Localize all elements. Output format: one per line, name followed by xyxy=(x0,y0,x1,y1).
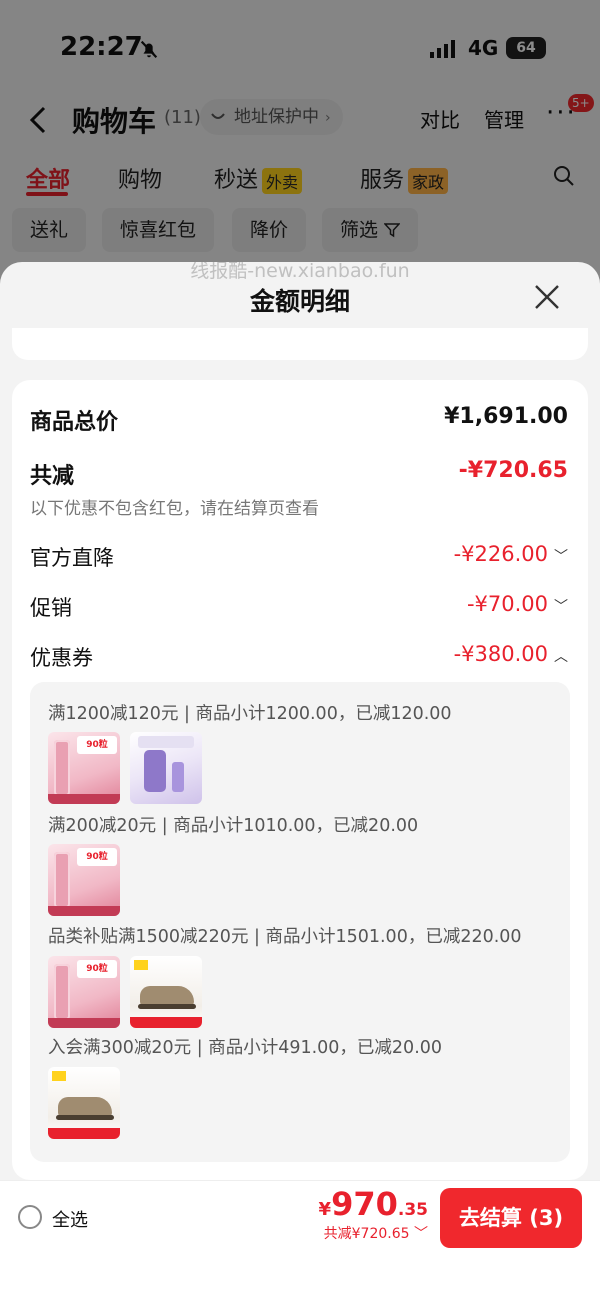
coupon-value[interactable]: -¥380.00 ︿ xyxy=(454,642,568,666)
chevron-up-icon: ︿ xyxy=(554,649,568,665)
checkout-bar: 全选 ¥970.35 共减¥720.65 ﹀ 去结算 (3) xyxy=(0,1180,600,1254)
select-all-checkbox[interactable] xyxy=(18,1205,42,1229)
discount-note: 以下优惠不包含红包，请在结算页查看 xyxy=(30,499,319,519)
home-indicator-area xyxy=(0,1254,600,1304)
chevron-down-icon: ﹀ xyxy=(409,1226,428,1242)
checkout-button[interactable]: 去结算 (3) xyxy=(440,1188,582,1248)
coupon-amount: -¥380.00 xyxy=(453,642,548,666)
coupon-label[interactable]: 优惠券 xyxy=(30,642,93,672)
previous-card xyxy=(12,328,588,360)
product-thumbnail-serum[interactable]: 90粒 xyxy=(48,732,120,804)
total-discount-value: -¥720.65 xyxy=(458,458,568,483)
official-cut-label[interactable]: 官方直降 xyxy=(30,542,114,572)
total-saved-label: 共减¥720.65 xyxy=(323,1226,410,1242)
close-icon[interactable] xyxy=(532,282,562,312)
coupon-line: 品类补贴满1500减220元 | 商品小计1501.00，已减220.00 xyxy=(48,927,522,947)
official-cut-value[interactable]: -¥226.00 ﹀ xyxy=(454,542,568,566)
official-cut-amount: -¥226.00 xyxy=(453,542,548,566)
amount-detail-sheet: 线报酷-new.xianbao.fun 金额明细 商品总价 ¥1,691.00 … xyxy=(0,262,600,1304)
goods-total-label: 商品总价 xyxy=(30,410,119,435)
chevron-down-icon: ﹀ xyxy=(554,599,568,615)
watermark: 线报酷-new.xianbao.fun xyxy=(190,262,410,282)
coupon-line: 入会满300减20元 | 商品小计491.00，已减20.00 xyxy=(48,1038,443,1058)
currency-symbol: ¥ xyxy=(318,1199,332,1220)
product-thumbnail-skincare[interactable] xyxy=(130,732,202,804)
goods-total-value: ¥1,691.00 xyxy=(444,404,568,429)
coupon-line: 满1200减120元 | 商品小计1200.00，已减120.00 xyxy=(48,704,452,724)
product-thumbnail-serum[interactable]: 90粒 xyxy=(48,956,120,1028)
product-thumbnail-shoe[interactable] xyxy=(130,956,202,1028)
promotion-value[interactable]: -¥70.00 ﹀ xyxy=(467,592,568,616)
total-discount-label: 共减 xyxy=(30,464,75,489)
total-price-decimal: .35 xyxy=(397,1200,428,1220)
total-price-integer: 970 xyxy=(331,1185,398,1223)
coupon-line: 满200减20元 | 商品小计1010.00，已减20.00 xyxy=(48,816,419,836)
select-all-label[interactable]: 全选 xyxy=(52,1206,88,1232)
price-detail-card: 商品总价 ¥1,691.00 共减 -¥720.65 以下优惠不包含红包，请在结… xyxy=(12,380,588,1180)
chevron-down-icon: ﹀ xyxy=(554,549,568,565)
coupon-breakdown: 满1200减120元 | 商品小计1200.00，已减120.00 90粒 满2… xyxy=(30,682,570,1162)
product-thumbnail-serum[interactable]: 90粒 xyxy=(48,844,120,916)
total-price: ¥970.35 xyxy=(319,1185,428,1223)
promotion-label[interactable]: 促销 xyxy=(30,592,72,622)
promotion-amount: -¥70.00 xyxy=(466,592,548,616)
product-thumbnail-shoe[interactable] xyxy=(48,1067,120,1139)
sheet-title: 金额明细 xyxy=(249,287,350,316)
total-saved[interactable]: 共减¥720.65 ﹀ xyxy=(324,1223,428,1243)
